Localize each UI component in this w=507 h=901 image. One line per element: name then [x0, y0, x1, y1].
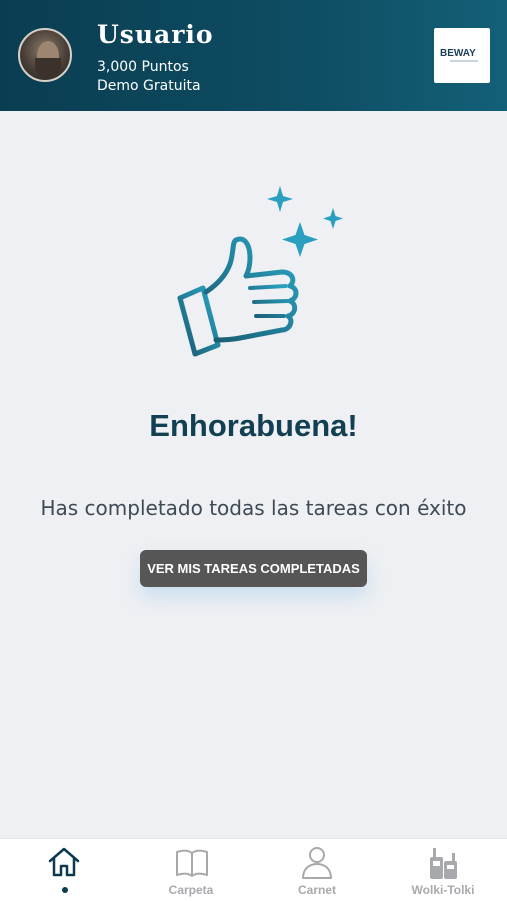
home-icon: [48, 847, 80, 877]
sparkle-icon: [323, 208, 343, 229]
avatar-beard: [35, 58, 61, 78]
sparkle-icon: [282, 222, 318, 257]
view-completed-tasks-button[interactable]: VER MIS TAREAS COMPLETADAS: [140, 550, 367, 587]
tab-label: Wolki-Tolki: [411, 883, 475, 897]
logo-subline: [450, 60, 478, 62]
tab-label: Carpeta: [168, 883, 214, 897]
tab-wolki-tolki[interactable]: Wolki-Tolki: [383, 839, 503, 901]
company-logo: BEWAY: [434, 28, 490, 83]
avatar[interactable]: [18, 28, 72, 82]
username: Usuario: [97, 20, 214, 49]
success-message: Has completado todas las tareas con éxit…: [40, 496, 467, 520]
points-label: 3,000 Puntos: [97, 59, 189, 75]
tab-carpeta[interactable]: Carpeta: [131, 839, 251, 901]
sparkle-icon: [267, 186, 293, 212]
active-indicator: [62, 887, 68, 893]
logo-text: BEWAY: [440, 48, 476, 59]
tab-home[interactable]: [4, 839, 124, 901]
book-icon: [176, 849, 208, 877]
tab-label: Carnet: [297, 883, 336, 897]
walkie-talkie-icon: [430, 848, 457, 879]
plan-label: Demo Gratuita: [97, 78, 201, 94]
thumbs-up-icon: [177, 186, 343, 357]
user-icon: [302, 847, 332, 879]
page-title: Enhorabuena!: [149, 408, 358, 443]
tab-carnet[interactable]: Carnet: [257, 839, 377, 901]
thumbs-up-illustration: [170, 180, 350, 365]
app-header: Usuario 3,000 Puntos Demo Gratuita BEWAY: [0, 0, 507, 111]
bottom-tab-bar: Carpeta Carnet Wolki-Tolki: [0, 838, 507, 901]
